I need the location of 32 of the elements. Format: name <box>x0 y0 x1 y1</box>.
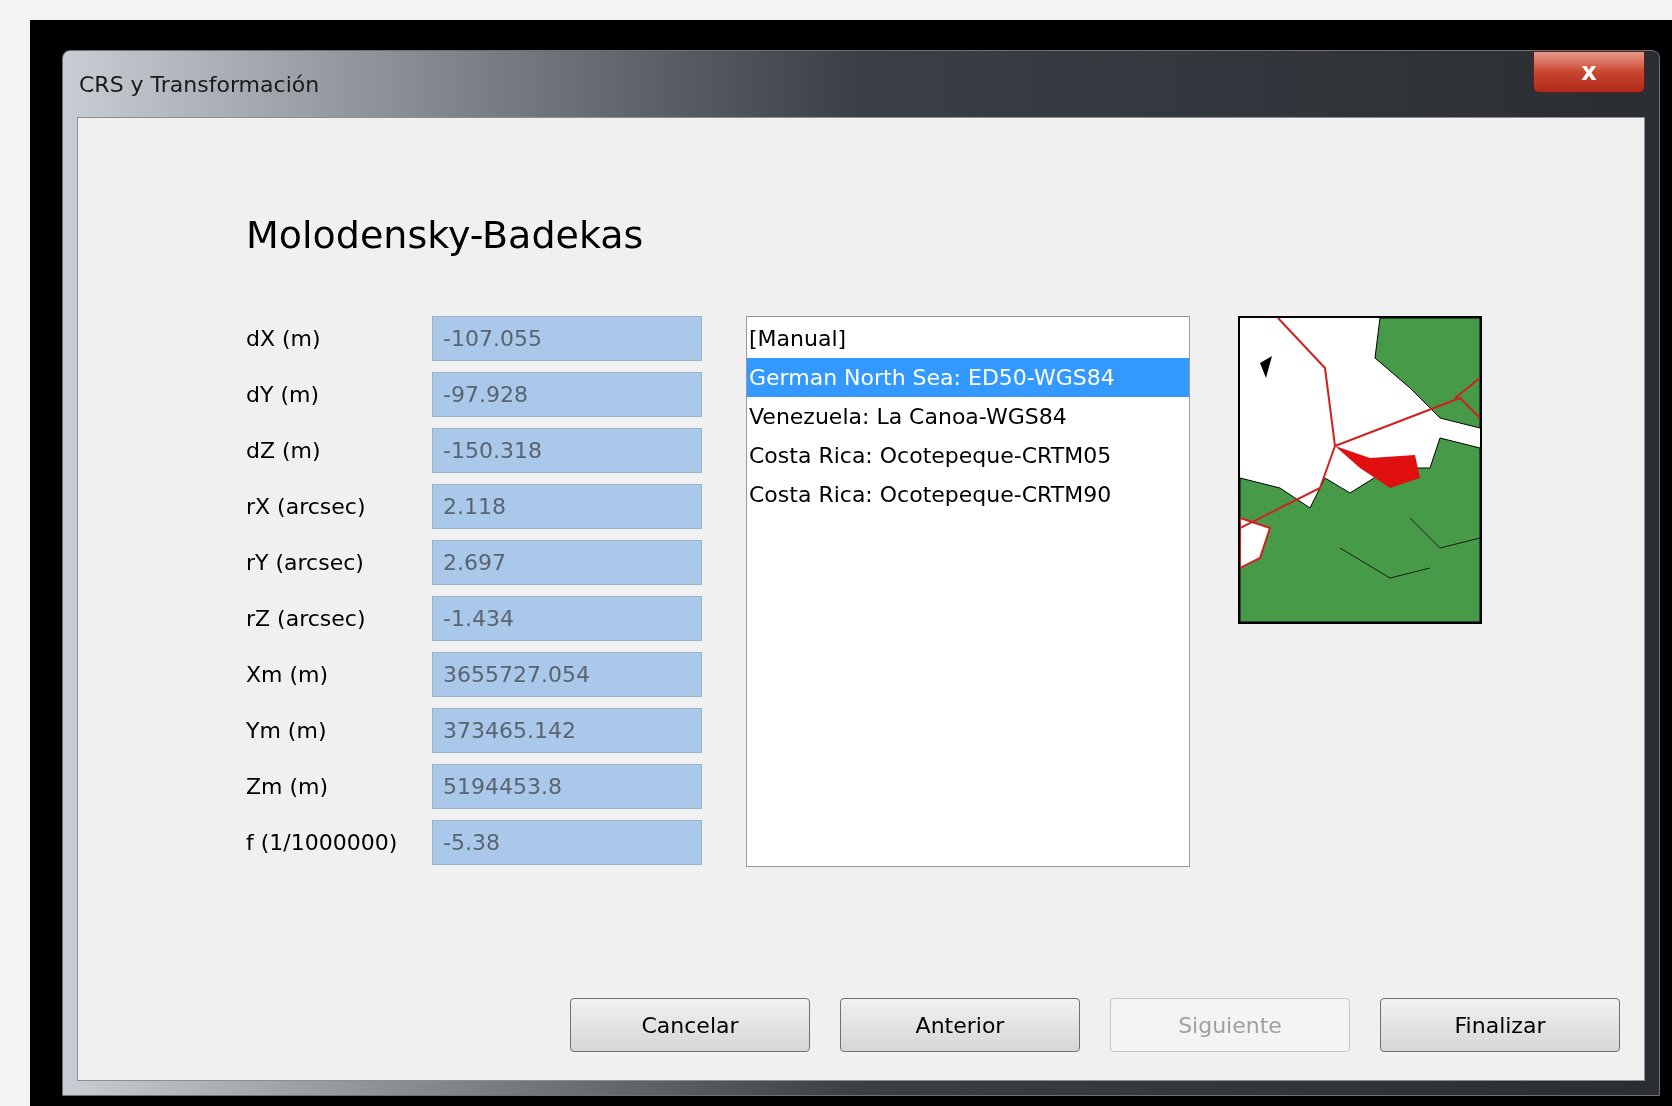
parameter-label: dX (m) <box>246 325 322 353</box>
transformation-list[interactable]: [Manual] German North Sea: ED50-WGS84 Venezuela: La Canoa-WGS84 Costa Rica: Ocotepeque-CRTM05 Costa Rica: Ocotepeque-CRTM90 <box>746 316 1190 867</box>
list-item[interactable]: Costa Rica: Ocotepeque-CRTM90 <box>747 475 1189 514</box>
list-item[interactable]: Venezuela: La Canoa-WGS84 <box>747 397 1189 436</box>
parameter-label: Xm (m) <box>246 661 330 689</box>
parameter-field[interactable]: -1.434 <box>432 596 702 641</box>
parameter-field[interactable]: -5.38 <box>432 820 702 865</box>
list-item[interactable]: [Manual] <box>747 319 1189 358</box>
parameter-field[interactable]: -107.055 <box>432 316 702 361</box>
list-item[interactable]: Costa Rica: Ocotepeque-CRTM05 <box>747 436 1189 475</box>
parameter-field[interactable]: -150.318 <box>432 428 702 473</box>
parameter-label: Ym (m) <box>246 717 328 745</box>
parameter-label: rY (arcsec) <box>246 549 365 577</box>
dialog-button[interactable]: Finalizar <box>1380 998 1620 1052</box>
parameter-label: rZ (arcsec) <box>246 605 367 633</box>
parameter-label: Zm (m) <box>246 773 330 801</box>
parameter-field[interactable]: 5194453.8 <box>432 764 702 809</box>
parameter-field[interactable]: 3655727.054 <box>432 652 702 697</box>
parameter-label: dZ (m) <box>246 437 322 465</box>
window-title: CRS y Transformación <box>78 70 320 99</box>
dialog-button[interactable]: Cancelar <box>570 998 810 1052</box>
parameter-label: dY (m) <box>246 381 320 409</box>
list-item[interactable]: German North Sea: ED50-WGS84 <box>747 358 1189 397</box>
parameter-label: f (1/1000000) <box>246 829 399 857</box>
parameter-field[interactable]: -97.928 <box>432 372 702 417</box>
page-heading: Molodensky-Badekas <box>246 212 645 259</box>
parameter-field[interactable]: 373465.142 <box>432 708 702 753</box>
dialog-button[interactable]: Anterior <box>840 998 1080 1052</box>
parameter-field[interactable]: 2.697 <box>432 540 702 585</box>
parameter-label: rX (arcsec) <box>246 493 367 521</box>
close-button[interactable]: x <box>1533 51 1645 93</box>
parameter-field[interactable]: 2.118 <box>432 484 702 529</box>
